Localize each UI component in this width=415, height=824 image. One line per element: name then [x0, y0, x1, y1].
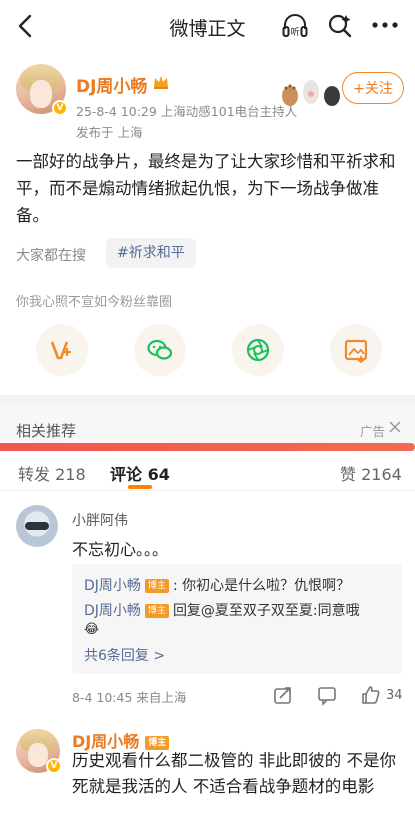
- blogger-badge: 博主: [144, 579, 169, 593]
- section-divider: [0, 395, 415, 405]
- moments-aperture-icon: [246, 338, 270, 362]
- avatar-eyes: [25, 522, 49, 530]
- comment-icon[interactable]: [316, 684, 338, 706]
- image-download-icon: [344, 339, 368, 364]
- blogger-badge: 博主: [144, 604, 169, 618]
- comment-text: 历史观看什么都二极管的 非此即彼的 不是你死就是我活的人 不适合看战争题材的电影: [72, 751, 396, 796]
- hashtag-chip[interactable]: #祈求和平: [106, 238, 196, 268]
- repost-weibo-button[interactable]: [36, 324, 88, 376]
- verified-badge-icon: V: [52, 100, 68, 116]
- wechat-icon: [147, 339, 173, 360]
- related-progress-bar: [0, 443, 415, 451]
- tab-comment[interactable]: 评论 64: [110, 461, 170, 485]
- share-icon[interactable]: [272, 684, 294, 706]
- commenter-name[interactable]: 小胖阿伟: [72, 510, 128, 530]
- listen-label: 听: [290, 27, 299, 38]
- ad-label: 广告: [360, 424, 386, 439]
- commenter-avatar[interactable]: [16, 505, 58, 547]
- crown-icon: [154, 76, 168, 89]
- reply-text: : 你初心是什么啦？仇恨啊？: [172, 578, 351, 594]
- top-nav-bar: 微博正文 听: [0, 0, 415, 52]
- related-recommend-label: 相关推荐: [16, 422, 77, 440]
- laugh-emoji: 😂: [84, 622, 100, 637]
- more-options-icon[interactable]: [370, 20, 400, 30]
- post-location: 发布于 上海: [76, 125, 143, 140]
- search-icon[interactable]: [326, 12, 354, 40]
- headphones-listen-icon[interactable]: 听: [280, 11, 310, 41]
- like-count: 34: [386, 688, 403, 703]
- trending-search-label: 大家都在搜: [16, 248, 86, 264]
- comment-text: 不忘初心。。。: [72, 540, 169, 559]
- interaction-tabs: 转发 218 评论 64 赞 2164: [0, 451, 415, 491]
- follow-button[interactable]: +关注: [342, 72, 404, 104]
- share-moments-button[interactable]: [232, 324, 284, 376]
- reply-author[interactable]: DJ周小畅: [84, 578, 141, 594]
- back-arrow-icon[interactable]: [12, 12, 40, 40]
- share-row: [0, 324, 415, 380]
- post-body-text: 一部好的战争片，最终是为了让大家珍惜和平祈求和平，而不是煽动情绪掀起仇恨，为下一…: [16, 152, 396, 225]
- view-more-replies-link[interactable]: 共6条回复 >: [84, 645, 165, 665]
- reply-item: DJ周小畅 博主: 你初心是什么啦？仇恨啊？: [84, 575, 350, 595]
- reply-thread-box[interactable]: DJ周小畅 博主: 你初心是什么啦？仇恨啊？ DJ周小畅 博主 回复@夏至双子双至夏:…: [72, 564, 402, 674]
- tab-repost[interactable]: 转发 218: [18, 461, 86, 485]
- avatar-face: [28, 743, 48, 767]
- comment-meta: 8-4 10:45 来自上海: [72, 690, 187, 705]
- active-tab-indicator: [128, 485, 152, 489]
- thumbs-up-icon[interactable]: [360, 684, 382, 706]
- verified-badge-icon: V: [46, 758, 62, 774]
- save-image-button[interactable]: [330, 324, 382, 376]
- post-meta: 25-8-4 10:29 上海动感101电台主持人: [76, 104, 298, 119]
- reply-text: 回复@夏至双子双至夏:同意哦: [172, 603, 360, 619]
- cat-paws-decoration-icon: [282, 80, 340, 106]
- reply-item: DJ周小畅 博主 回复@夏至双子双至夏:同意哦: [84, 600, 360, 620]
- share-wechat-button[interactable]: [134, 324, 186, 376]
- reply-author[interactable]: DJ周小畅: [84, 603, 141, 619]
- weibo-v-plus-icon: [50, 341, 72, 360]
- fan-group-line[interactable]: 你我心照不宣如今粉丝靠圈: [16, 291, 172, 310]
- avatar-face: [30, 80, 52, 108]
- author-name[interactable]: DJ周小畅: [76, 72, 147, 97]
- close-icon[interactable]: [388, 420, 402, 434]
- tab-like[interactable]: 赞 2164: [340, 461, 402, 485]
